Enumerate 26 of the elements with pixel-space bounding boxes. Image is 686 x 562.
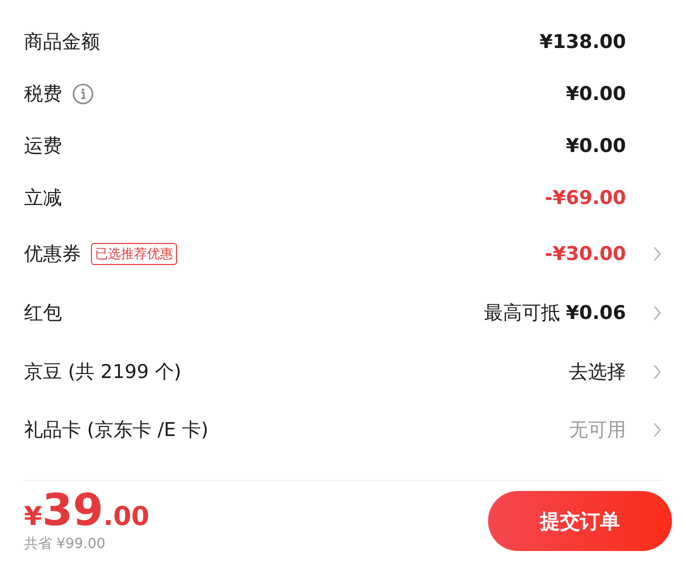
chevron-icon[interactable] <box>653 422 662 438</box>
row-label: 立减 <box>24 186 62 211</box>
row-label: 礼品卡 (京东卡 /E 卡) <box>24 418 208 444</box>
row-value: 去选择 <box>569 360 626 385</box>
row-label: 运费 <box>24 134 62 159</box>
chevron-icon[interactable] <box>653 305 662 322</box>
info-icon[interactable] <box>72 83 94 105</box>
row-label: 商品金额 <box>24 30 100 55</box>
row-label: 红包 <box>24 301 62 326</box>
total-price: ¥39.00 <box>24 489 150 534</box>
chevron-icon[interactable] <box>653 246 662 262</box>
row-value: ¥0.00 <box>566 135 626 157</box>
row-value: -¥30.00 <box>544 243 626 265</box>
submit-order-button[interactable]: 提交订单 <box>488 491 672 552</box>
row-label: 优惠券 <box>24 242 81 267</box>
chevron-icon[interactable] <box>653 364 662 380</box>
row-value: ¥0.00 <box>566 83 626 105</box>
row-label: 京豆 (共 2199 个) <box>24 360 182 385</box>
row-value-prefix: 最高可抵 <box>484 301 560 326</box>
row-value: ¥138.00 <box>539 31 626 53</box>
row-value: ¥0.06 <box>566 302 626 324</box>
row-value: -¥69.00 <box>544 187 626 209</box>
savings-text: 共省 ¥99.00 <box>24 535 106 554</box>
row-label: 税费 <box>24 82 62 107</box>
coupon-tag: 已选推荐优惠 <box>91 243 177 265</box>
row-value: 无可用 <box>569 418 626 444</box>
